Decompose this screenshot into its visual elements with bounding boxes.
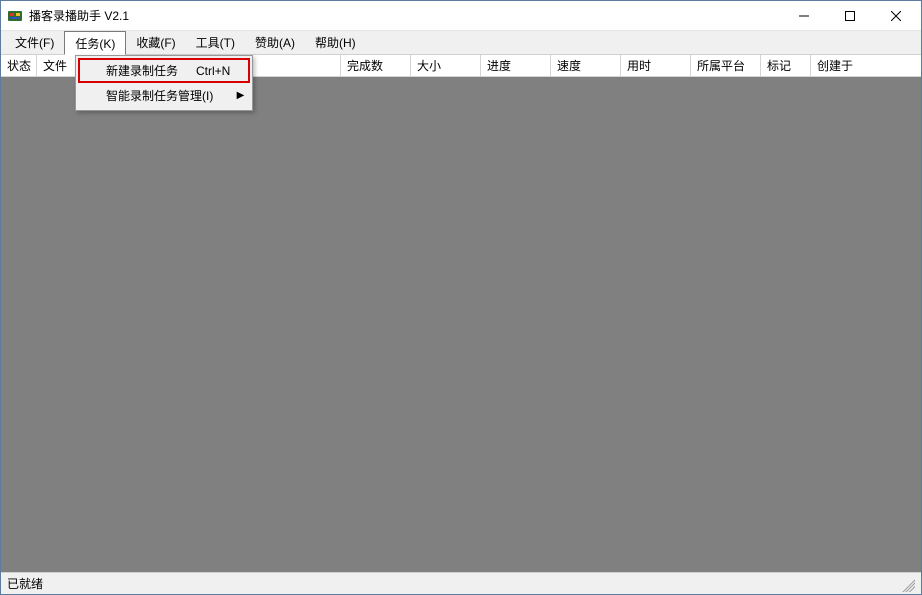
menu-sponsor[interactable]: 赞助(A) [245, 31, 305, 54]
titlebar: 播客录播助手 V2.1 [1, 1, 921, 31]
resize-grip-icon[interactable] [899, 576, 915, 592]
menu-item-label: 新建录制任务 [106, 62, 178, 79]
col-completed[interactable]: 完成数 [341, 55, 411, 76]
menu-task[interactable]: 任务(K) [64, 31, 126, 55]
menubar: 文件(F) 任务(K) 收藏(F) 工具(T) 赞助(A) 帮助(H) [1, 31, 921, 55]
menu-item-shortcut: Ctrl+N [196, 64, 230, 78]
submenu-arrow-icon: ▶ [237, 90, 245, 101]
close-button[interactable] [873, 1, 919, 31]
menu-smart-record-manage[interactable]: 智能录制任务管理(I) ▶ [78, 83, 250, 108]
content-area [1, 77, 921, 572]
col-created[interactable]: 创建于 [811, 55, 921, 76]
menu-help[interactable]: 帮助(H) [305, 31, 366, 54]
window-controls [781, 1, 919, 30]
app-icon [7, 8, 23, 24]
status-text: 已就绪 [7, 575, 43, 592]
menu-favorites[interactable]: 收藏(F) [126, 31, 185, 54]
menu-new-record-task[interactable]: 新建录制任务 Ctrl+N [78, 58, 250, 83]
col-time[interactable]: 用时 [621, 55, 691, 76]
window-title: 播客录播助手 V2.1 [29, 7, 781, 24]
task-dropdown: 新建录制任务 Ctrl+N 智能录制任务管理(I) ▶ [75, 55, 253, 111]
maximize-button[interactable] [827, 1, 873, 31]
statusbar: 已就绪 [1, 572, 921, 594]
col-mark[interactable]: 标记 [761, 55, 811, 76]
col-status[interactable]: 状态 [1, 55, 37, 76]
menu-tools[interactable]: 工具(T) [186, 31, 245, 54]
menu-item-label: 智能录制任务管理(I) [106, 87, 230, 104]
col-size[interactable]: 大小 [411, 55, 481, 76]
menu-file[interactable]: 文件(F) [5, 31, 64, 54]
col-progress[interactable]: 进度 [481, 55, 551, 76]
minimize-button[interactable] [781, 1, 827, 31]
col-platform[interactable]: 所属平台 [691, 55, 761, 76]
col-speed[interactable]: 速度 [551, 55, 621, 76]
